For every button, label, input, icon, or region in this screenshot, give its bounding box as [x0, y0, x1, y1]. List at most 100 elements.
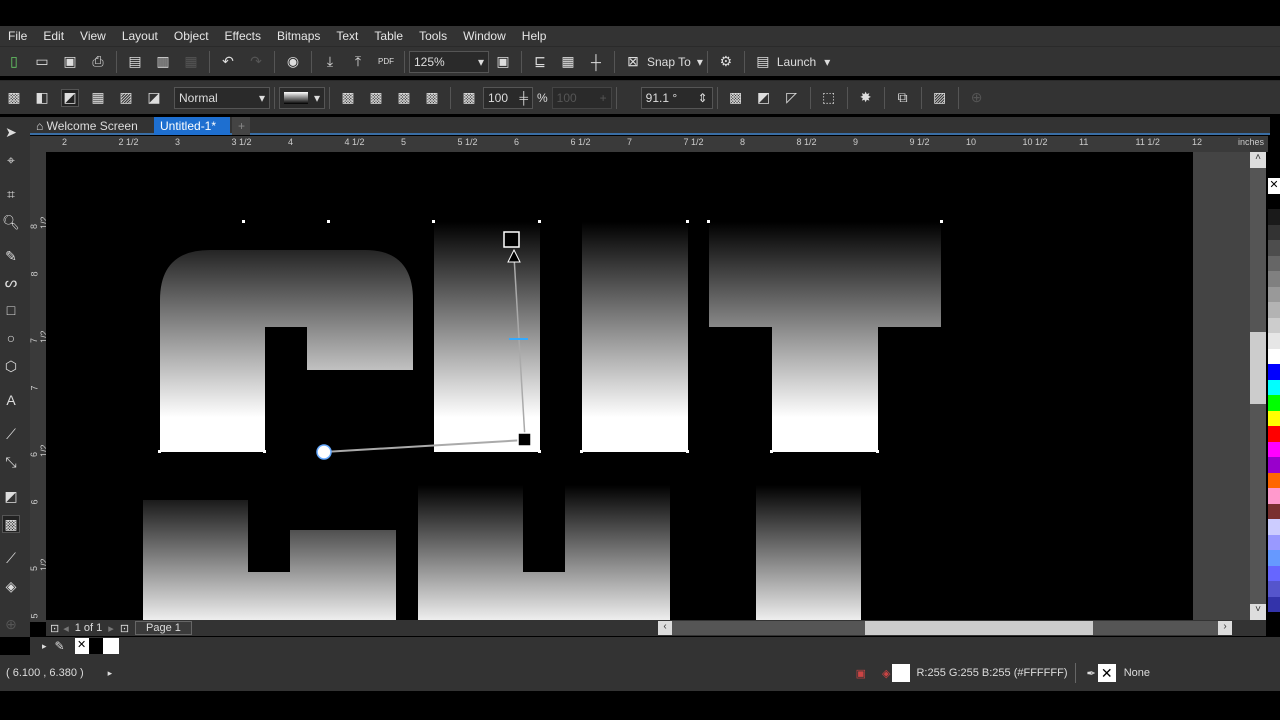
color-swatch[interactable] — [1268, 581, 1280, 597]
fill-swatch[interactable] — [892, 664, 911, 682]
undo-icon[interactable]: ↶ — [219, 53, 237, 71]
menu-file[interactable]: File — [0, 29, 35, 43]
elliptical-fountain-icon[interactable]: ▩ — [367, 89, 385, 107]
copy-icon[interactable]: ▥ — [154, 53, 172, 71]
menu-help[interactable]: Help — [514, 29, 555, 43]
prev-page-icon[interactable]: ◂ — [63, 622, 69, 635]
cut-icon[interactable]: ▤ — [126, 53, 144, 71]
conical-fountain-icon[interactable]: ▩ — [395, 89, 413, 107]
angle-handle[interactable] — [316, 444, 332, 460]
color-swatch[interactable] — [1268, 271, 1280, 287]
transparency-tool-icon[interactable]: ▩ — [2, 515, 20, 533]
crop-tool-icon[interactable]: ⌗ — [2, 185, 20, 203]
menu-tools[interactable]: Tools — [411, 29, 455, 43]
options-gear-icon[interactable]: ⚙ — [717, 53, 735, 71]
first-page-icon[interactable]: ⊡ — [50, 622, 59, 635]
no-transparency-icon[interactable]: ▩ — [5, 89, 23, 107]
color-swatch[interactable] — [1268, 209, 1280, 225]
rectangle-tool-icon[interactable]: □ — [2, 301, 20, 319]
canvas[interactable] — [46, 152, 1250, 620]
color-swatch[interactable] — [1268, 317, 1280, 333]
parallel-dimension-icon[interactable]: ⟋ — [2, 425, 20, 443]
horizontal-scroll-thumb[interactable] — [865, 621, 1093, 635]
color-swatch[interactable] — [1268, 441, 1280, 457]
rectangular-fountain-icon[interactable]: ▩ — [423, 89, 441, 107]
color-swatch[interactable] — [1268, 255, 1280, 271]
expand-icon[interactable]: ▸ — [42, 641, 47, 652]
save-icon[interactable]: ▣ — [61, 53, 79, 71]
pdf-icon[interactable]: PDF — [377, 53, 395, 71]
color-swatch[interactable] — [1268, 565, 1280, 581]
eyedropper-icon[interactable]: ⟋ — [2, 549, 20, 567]
horizontal-scrollbar[interactable]: ‹ › — [658, 621, 1232, 635]
menu-object[interactable]: Object — [166, 29, 217, 43]
menu-text[interactable]: Text — [328, 29, 366, 43]
vector-pattern-transparency-icon[interactable]: ▦ — [89, 89, 107, 107]
color-swatch[interactable] — [1268, 426, 1280, 442]
reflection-t[interactable] — [756, 470, 861, 620]
add-page-icon[interactable]: ⊡ — [120, 622, 129, 635]
smooth-blend-icon[interactable]: ✸ — [857, 89, 875, 107]
no-color-swatch[interactable]: ✕ — [1268, 178, 1280, 194]
copy-transparency-icon[interactable]: ⧉ — [894, 89, 912, 107]
paste-icon[interactable]: ▦ — [182, 53, 200, 71]
opacity-field[interactable]: 100 ╪ — [483, 86, 533, 109]
redo-icon[interactable]: ↷ — [247, 53, 265, 71]
color-swatch[interactable] — [1268, 224, 1280, 240]
status-expand-icon[interactable]: ▸ — [108, 668, 113, 679]
polygon-tool-icon[interactable]: ⬡ — [2, 357, 20, 375]
page-tab[interactable]: Page 1 — [135, 621, 192, 635]
show-grid-icon[interactable]: ▦ — [559, 53, 577, 71]
reverse-transparency-icon[interactable]: ▩ — [727, 89, 745, 107]
next-page-icon[interactable]: ▸ — [108, 622, 114, 635]
free-scale-icon[interactable]: ⬚ — [820, 89, 838, 107]
shape-tool-icon[interactable]: ⌖ — [2, 151, 20, 169]
new-document-icon[interactable]: ▯ — [5, 53, 23, 71]
repeat-icon[interactable]: ◸ — [783, 89, 801, 107]
launch-icon[interactable]: ▤ — [754, 53, 772, 71]
uniform-transparency-icon[interactable]: ◧ — [33, 89, 51, 107]
color-swatch[interactable] — [1268, 472, 1280, 488]
launch-dropdown[interactable]: Launch — [777, 55, 816, 69]
color-swatch[interactable] — [1268, 240, 1280, 256]
color-swatch[interactable] — [1268, 364, 1280, 380]
color-swatch[interactable] — [1268, 395, 1280, 411]
texture-transparency-icon[interactable]: ◪ — [145, 89, 163, 107]
color-swatch[interactable] — [1268, 519, 1280, 535]
snap-icon[interactable]: ⊠ — [624, 53, 642, 71]
start-handle[interactable] — [503, 231, 520, 248]
color-swatch[interactable] — [1268, 457, 1280, 473]
color-swatch[interactable] — [1268, 503, 1280, 519]
fountain-transparency-icon[interactable]: ◩ — [61, 88, 79, 107]
color-swatch[interactable] — [1268, 550, 1280, 566]
bitmap-pattern-transparency-icon[interactable]: ▨ — [117, 89, 135, 107]
outline-swatch[interactable]: ✕ — [1097, 664, 1116, 682]
menu-bitmaps[interactable]: Bitmaps — [269, 29, 328, 43]
angle-field[interactable]: 91.1 ° ⇕ — [640, 86, 713, 109]
show-guidelines-icon[interactable]: ┼ — [587, 53, 605, 71]
edit-transparency-icon[interactable]: ▨ — [931, 89, 949, 107]
new-tab-button[interactable]: + — [232, 117, 250, 135]
transparency-picker[interactable]: ▾ — [279, 86, 325, 109]
zoom-level-dropdown[interactable]: 125% ▾ — [409, 50, 489, 73]
zoom-tool-icon[interactable]: 🔍︎ — [2, 213, 20, 231]
color-swatch[interactable] — [1268, 488, 1280, 504]
white-swatch[interactable] — [102, 638, 119, 654]
color-swatch[interactable] — [1268, 333, 1280, 349]
vertical-scrollbar[interactable]: ˄ ˅ — [1250, 152, 1266, 620]
print-icon[interactable]: ⎙ — [89, 53, 107, 71]
text-tool-icon[interactable]: A — [2, 391, 20, 409]
vertical-scroll-thumb[interactable] — [1250, 332, 1266, 404]
pick-tool-icon[interactable]: ➤ — [2, 123, 20, 141]
ellipse-tool-icon[interactable]: ○ — [2, 329, 20, 347]
color-palette[interactable]: ✕ — [1268, 178, 1280, 612]
linear-fountain-icon[interactable]: ▩ — [339, 89, 357, 107]
merge-mode-dropdown[interactable]: Normal ▾ — [174, 86, 270, 109]
color-swatch[interactable] — [1268, 302, 1280, 318]
corel-connect-icon[interactable]: ◉ — [284, 53, 302, 71]
export-icon[interactable]: ⤒ — [349, 53, 367, 71]
color-swatch[interactable] — [1268, 379, 1280, 395]
color-swatch[interactable] — [1268, 193, 1280, 209]
freehand-tool-icon[interactable]: ✎ — [2, 247, 20, 265]
color-proof-icon[interactable]: ▣ — [856, 667, 866, 680]
